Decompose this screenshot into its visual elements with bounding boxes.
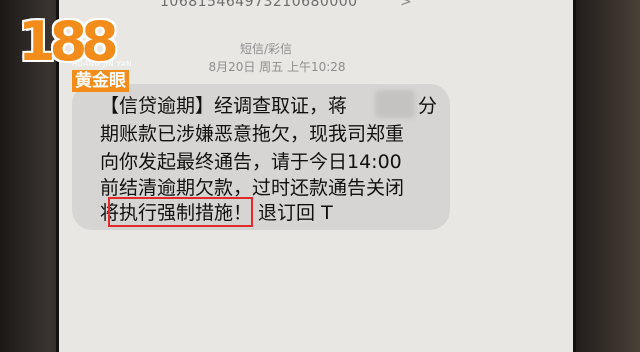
chevron-right-icon[interactable]: >	[400, 0, 412, 10]
sender-number[interactable]: 106815464973210680000	[160, 0, 410, 14]
message-type-label: 短信/彩信	[239, 42, 293, 56]
message-timestamp: 8月20日 周五 上午10:28	[208, 60, 346, 74]
message-line-1-end: 分	[418, 95, 438, 117]
message-line-2: 期账款已涉嫌恶意拖欠，现我司郑重	[100, 123, 405, 145]
logo-name: 黄金眼	[72, 70, 129, 92]
message-line-3: 向你发起最终通告，请于今日14:00	[100, 151, 402, 173]
logo-subtitle: HUANG JIN YAN	[72, 60, 132, 68]
message-line-1: 【信贷逾期】经调查取证，蒋	[100, 95, 348, 117]
highlight-box	[108, 197, 253, 227]
redacted-name	[375, 90, 415, 118]
channel-logo: 188 HUANG JIN YAN 黄金眼	[18, 10, 138, 92]
